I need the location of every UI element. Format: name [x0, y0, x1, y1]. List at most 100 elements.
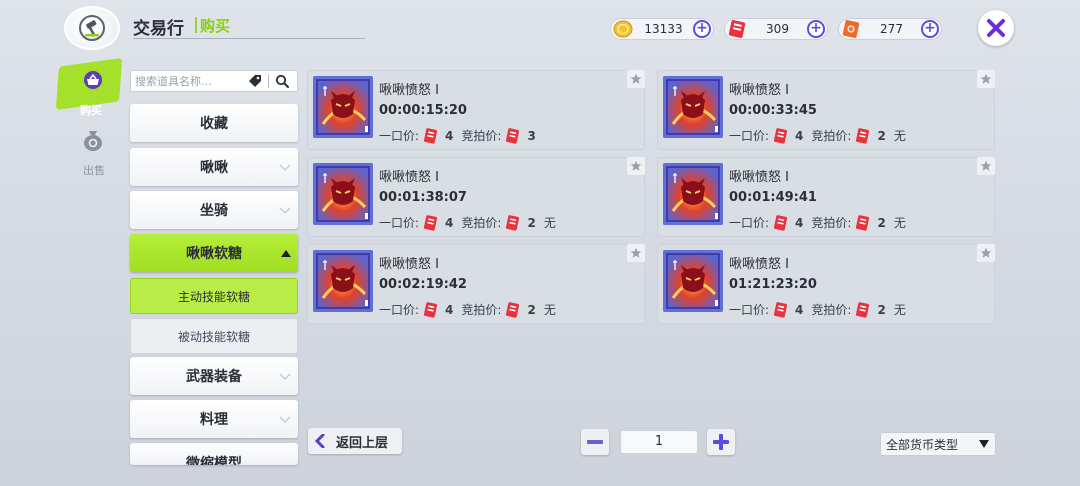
category-miniature[interactable]: 微缩模型: [130, 443, 298, 465]
bid-price: 2: [877, 302, 886, 317]
favorite-star-button[interactable]: [977, 244, 995, 262]
angry-jiujiu-icon: [313, 250, 373, 312]
category-label: 啾啾软糖: [186, 246, 242, 262]
bid-price: 2: [877, 128, 886, 143]
red-ticket-icon: [424, 127, 438, 144]
page-decrement-button[interactable]: [581, 429, 609, 455]
back-button[interactable]: 返回上层: [308, 428, 402, 454]
rail-sell-label: 出售: [83, 164, 105, 177]
category-label: 坐骑: [200, 203, 228, 219]
tag-filter-icon[interactable]: [245, 71, 265, 91]
star-icon: [980, 73, 992, 84]
rail-tab-sell[interactable]: 出售: [64, 122, 124, 178]
category-label: 啾啾: [200, 160, 228, 176]
favorite-star-button[interactable]: [627, 70, 645, 88]
time-remaining: 00:00:33:45: [729, 103, 817, 118]
bid-label: 竞拍价:: [461, 129, 502, 143]
buyout-price: 4: [445, 302, 454, 317]
listing-card[interactable]: 啾啾愤怒 I 00:02:19:42 一口价: 4 竞拍价: 2 无: [307, 244, 645, 324]
buyout-label: 一口价:: [729, 216, 770, 230]
item-thumbnail: [663, 163, 723, 225]
search-input[interactable]: [135, 74, 245, 88]
currency-type-select[interactable]: 全部货币类型: [880, 432, 996, 456]
dropdown-arrow-icon: [979, 440, 989, 448]
gavel-icon: [79, 15, 105, 41]
search-bar: [130, 70, 298, 92]
category-jiujiu-candy[interactable]: 啾啾软糖: [130, 234, 298, 272]
header-underline: [133, 38, 365, 39]
close-button[interactable]: [978, 10, 1014, 46]
subcategory-passive-skill-candy[interactable]: 被动技能软糖: [130, 318, 298, 354]
bid-label: 竞拍价:: [811, 303, 852, 317]
bid-label: 竞拍价:: [461, 303, 502, 317]
bid-label: 竞拍价:: [811, 129, 852, 143]
angry-jiujiu-icon: [663, 163, 723, 225]
orange-ticket-icon: [840, 19, 862, 39]
star-icon: [980, 247, 992, 258]
angry-jiujiu-icon: [313, 163, 373, 225]
page-title: 交易行: [133, 19, 184, 39]
subcategory-active-skill-candy[interactable]: 主动技能软糖: [130, 278, 298, 314]
red-ticket-icon: [424, 214, 438, 231]
category-mount[interactable]: 坐骑: [130, 191, 298, 229]
bid-note: 无: [893, 303, 906, 317]
time-remaining: 00:02:19:42: [379, 277, 467, 292]
gold-coin-icon: [612, 19, 634, 39]
add-red-ticket-button[interactable]: +: [807, 20, 825, 38]
favorite-star-button[interactable]: [627, 157, 645, 175]
favorite-star-button[interactable]: [977, 70, 995, 88]
buyout-price: 4: [795, 128, 804, 143]
category-cooking[interactable]: 料理: [130, 400, 298, 438]
price-row: 一口价: 4 竞拍价: 3: [379, 127, 544, 144]
category-favorites[interactable]: 收藏: [130, 104, 298, 142]
item-thumbnail: [663, 76, 723, 138]
bid-price: 2: [527, 302, 536, 317]
listing-card[interactable]: 啾啾愤怒 I 01:21:23:20 一口价: 4 竞拍价: 2 无: [657, 244, 995, 324]
search-icon[interactable]: [272, 71, 292, 91]
category-label: 微缩模型: [186, 456, 242, 465]
page-increment-button[interactable]: [707, 429, 735, 455]
category-label: 料理: [200, 412, 228, 428]
currency-gold-value: 13133: [644, 22, 683, 36]
listing-card[interactable]: 啾啾愤怒 I 00:01:38:07 一口价: 4 竞拍价: 2 无: [307, 157, 645, 237]
listing-card[interactable]: 啾啾愤怒 I 00:00:15:20 一口价: 4 竞拍价: 3: [307, 70, 645, 150]
item-thumbnail: [663, 250, 723, 312]
bid-label: 竞拍价:: [811, 216, 852, 230]
page-number-field[interactable]: 1: [620, 430, 698, 454]
minus-icon: [587, 440, 603, 444]
angry-jiujiu-icon: [313, 76, 373, 138]
red-ticket-icon: [424, 301, 438, 318]
rail-tab-buy[interactable]: 购买: [55, 57, 124, 118]
price-row: 一口价: 4 竞拍价: 2 无: [379, 214, 556, 231]
category-label: 武器装备: [186, 369, 242, 385]
subcategory-label: 主动技能软糖: [177, 289, 250, 304]
currency-red-ticket-value: 309: [766, 22, 789, 36]
currency-gold: 13133 +: [610, 18, 714, 40]
star-icon: [630, 73, 642, 84]
trade-logo: [64, 6, 120, 50]
listing-card[interactable]: 啾啾愤怒 I 00:00:33:45 一口价: 4 竞拍价: 2 无: [657, 70, 995, 150]
item-name: 啾啾愤怒 I: [729, 83, 789, 98]
red-ticket-icon: [506, 301, 520, 318]
red-ticket-icon: [774, 214, 788, 231]
buyout-price: 4: [795, 302, 804, 317]
add-gold-button[interactable]: +: [693, 20, 711, 38]
favorite-star-button[interactable]: [977, 157, 995, 175]
chevron-down-icon: [279, 164, 291, 171]
page-subtitle: 购买: [200, 17, 231, 35]
item-thumbnail: [313, 163, 373, 225]
listing-card[interactable]: 啾啾愤怒 I 00:01:49:41 一口价: 4 竞拍价: 2 无: [657, 157, 995, 237]
chevron-down-icon: [279, 373, 291, 380]
item-thumbnail: [313, 76, 373, 138]
subcategory-label: 被动技能软糖: [177, 329, 250, 344]
favorite-star-button[interactable]: [627, 244, 645, 262]
bid-label: 竞拍价:: [461, 216, 502, 230]
price-row: 一口价: 4 竞拍价: 2 无: [379, 301, 556, 318]
item-thumbnail: [313, 250, 373, 312]
bid-price: 3: [527, 128, 536, 143]
category-jiujiu[interactable]: 啾啾: [130, 148, 298, 186]
category-weapons[interactable]: 武器装备: [130, 357, 298, 395]
buyout-price: 4: [445, 128, 454, 143]
add-orange-ticket-button[interactable]: +: [921, 20, 939, 38]
star-icon: [980, 160, 992, 171]
